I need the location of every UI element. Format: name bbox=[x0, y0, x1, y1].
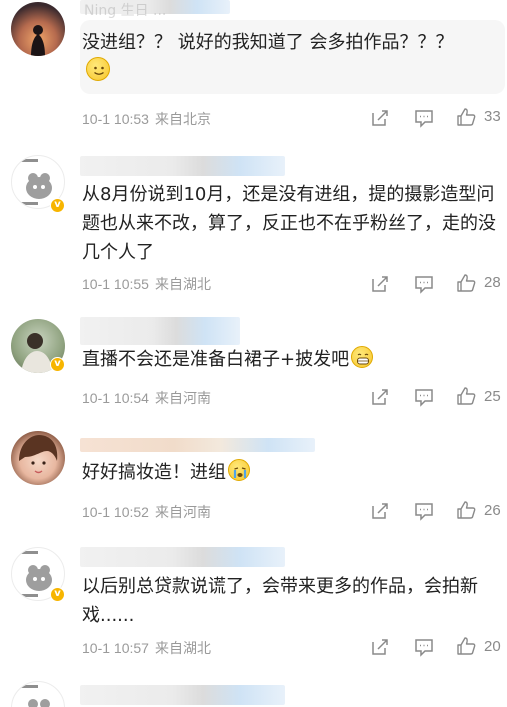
comment-meta: 10-1 10:57 来自湖北 bbox=[82, 638, 211, 658]
comment-meta: 10-1 10:55 来自湖北 bbox=[82, 274, 211, 294]
comment-text-content: 从8月份说到10月，还是没有进组，提的摄影造型问题也从来不改，算了，反正也不在乎… bbox=[82, 184, 496, 263]
comment-item: v 以后别总贷款说谎了，会带来更多的作品，会拍新戏...... 10-1 10:… bbox=[0, 537, 507, 667]
comment-meta: 10-1 10:53 来自北京 bbox=[82, 109, 211, 129]
like-count: 26 bbox=[484, 502, 501, 519]
comment-item bbox=[0, 667, 507, 707]
comment-icon[interactable] bbox=[413, 386, 435, 408]
comment-text: 直播不会还是准备白裙子+披发吧 bbox=[82, 345, 502, 374]
comment-text-content: 直播不会还是准备白裙子+披发吧 bbox=[82, 349, 350, 370]
avatar[interactable] bbox=[11, 431, 65, 485]
share-icon[interactable] bbox=[369, 273, 391, 295]
comment-time: 10-1 10:57 bbox=[82, 640, 149, 656]
like-count: 28 bbox=[484, 274, 501, 291]
comment-text-content: 以后别总贷款说谎了，会带来更多的作品，会拍新戏...... bbox=[82, 576, 478, 626]
comment-time: 10-1 10:53 bbox=[82, 111, 149, 127]
like-count: 20 bbox=[484, 638, 501, 655]
share-icon[interactable] bbox=[369, 107, 391, 129]
username-blurred[interactable] bbox=[80, 317, 240, 345]
like-icon[interactable] bbox=[455, 635, 477, 657]
comment-item: 好好搞妆造！进组 10-1 10:52 来自河南 26 bbox=[0, 425, 507, 537]
comment-location: 来自河南 bbox=[154, 504, 211, 520]
username-text: Ning 生日 ... bbox=[84, 3, 167, 19]
comment-item: v 从8月份说到10月，还是没有进组，提的摄影造型问题也从来不改，算了，反正也不… bbox=[0, 135, 507, 310]
comment-item: Ning 生日 ... 没进组？？ 说好的我知道了 会多拍作品？？？ 10-1 … bbox=[0, 0, 507, 135]
comment-location: 来自河南 bbox=[154, 390, 211, 406]
like-icon[interactable] bbox=[455, 385, 477, 407]
like-icon[interactable] bbox=[455, 499, 477, 521]
cry-emoji bbox=[228, 459, 250, 481]
comment-location: 来自北京 bbox=[154, 111, 211, 127]
comment-text-content: 没进组？？ 说好的我知道了 会多拍作品？？？ bbox=[82, 32, 454, 53]
comment-time: 10-1 10:55 bbox=[82, 276, 149, 292]
comment-item: v 直播不会还是准备白裙子+披发吧 10-1 10:54 来自河南 25 bbox=[0, 310, 507, 425]
smile-emoji bbox=[84, 57, 110, 82]
comment-icon[interactable] bbox=[413, 500, 435, 522]
comment-text: 以后别总贷款说谎了，会带来更多的作品，会拍新戏...... bbox=[82, 572, 502, 630]
share-icon[interactable] bbox=[369, 500, 391, 522]
share-icon[interactable] bbox=[369, 386, 391, 408]
share-icon[interactable] bbox=[369, 636, 391, 658]
like-icon[interactable] bbox=[455, 106, 477, 128]
username-blurred[interactable] bbox=[80, 156, 285, 176]
comment-text-content: 好好搞妆造！进组 bbox=[82, 462, 226, 483]
comment-text: 没进组？？ 说好的我知道了 会多拍作品？？？ bbox=[82, 28, 502, 57]
comment-location: 来自湖北 bbox=[154, 640, 211, 656]
comment-time: 10-1 10:54 bbox=[82, 390, 149, 406]
comment-meta: 10-1 10:52 来自河南 bbox=[82, 502, 211, 522]
comment-location: 来自湖北 bbox=[154, 276, 211, 292]
avatar[interactable] bbox=[11, 681, 65, 707]
comment-meta: 10-1 10:54 来自河南 bbox=[82, 388, 211, 408]
comment-time: 10-1 10:52 bbox=[82, 504, 149, 520]
like-icon[interactable] bbox=[455, 272, 477, 294]
comment-text: 从8月份说到10月，还是没有进组，提的摄影造型问题也从来不改，算了，反正也不在乎… bbox=[82, 180, 502, 267]
like-count: 25 bbox=[484, 388, 501, 405]
username-blurred[interactable] bbox=[80, 438, 315, 452]
avatar[interactable] bbox=[11, 2, 65, 56]
like-count: 33 bbox=[484, 108, 501, 125]
username-blurred[interactable]: Ning 生日 ... bbox=[80, 0, 230, 19]
username-blurred[interactable] bbox=[80, 685, 285, 705]
verified-badge-icon: v bbox=[50, 587, 65, 602]
comment-icon[interactable] bbox=[413, 107, 435, 129]
comment-icon[interactable] bbox=[413, 273, 435, 295]
verified-badge-icon: v bbox=[50, 357, 65, 372]
comment-icon[interactable] bbox=[413, 636, 435, 658]
username-blurred[interactable] bbox=[80, 547, 285, 567]
grin-emoji bbox=[351, 346, 374, 368]
comment-text: 好好搞妆造！进组 bbox=[82, 458, 502, 487]
verified-badge-icon: v bbox=[50, 198, 65, 213]
